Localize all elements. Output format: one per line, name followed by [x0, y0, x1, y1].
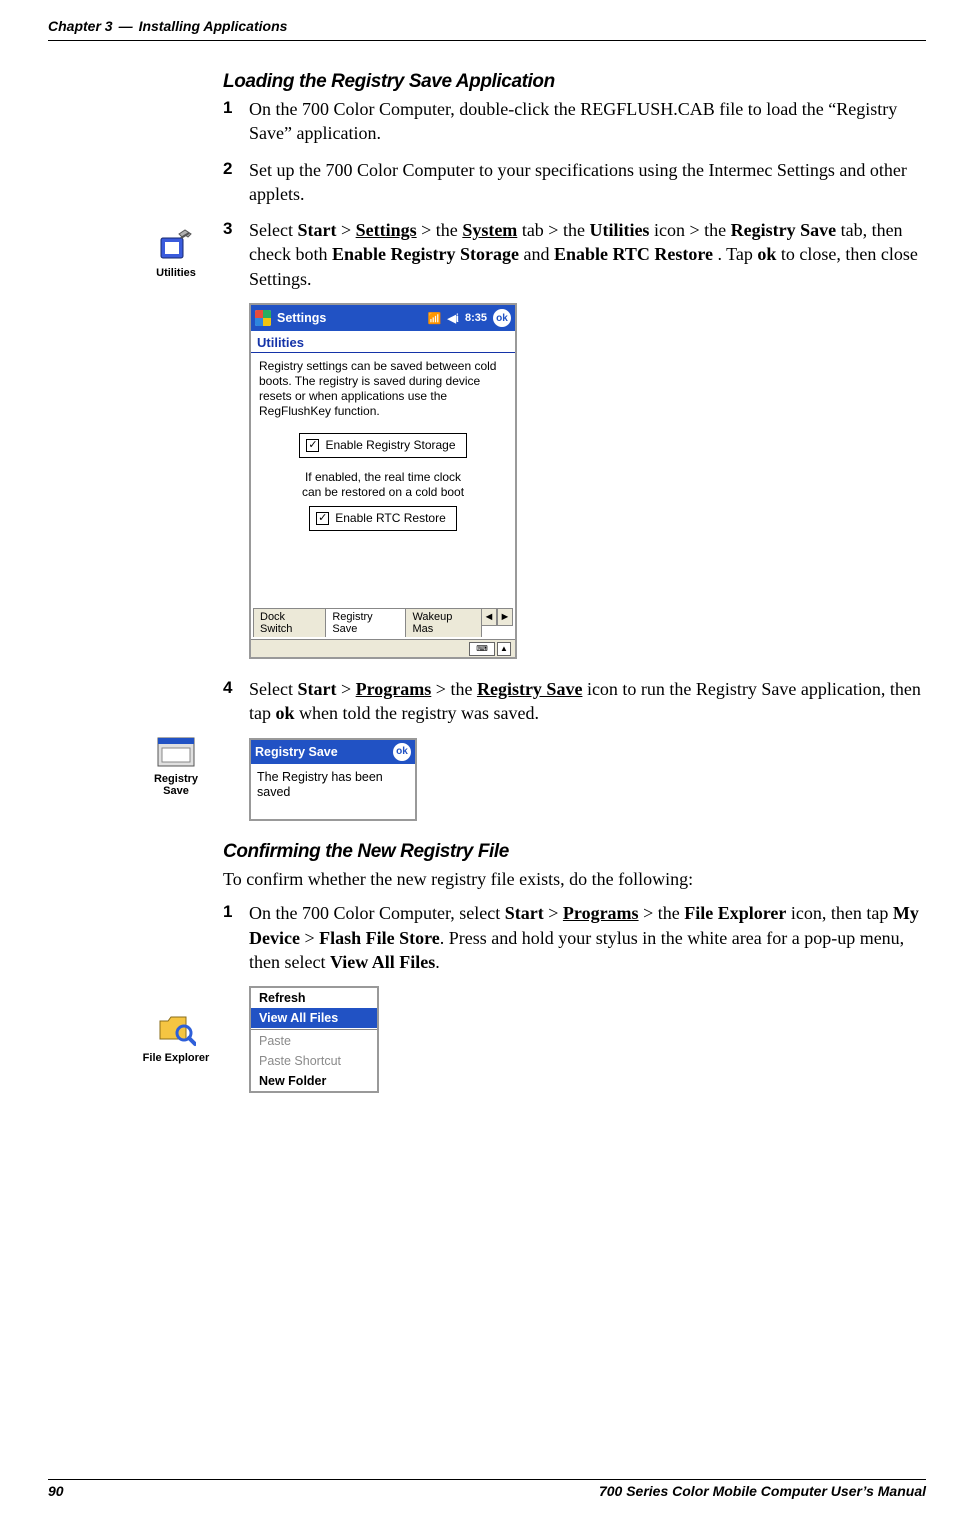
- step-body: On the 700 Color Computer, select Start …: [249, 901, 926, 974]
- page-footer: 90 700 Series Color Mobile Computer User…: [48, 1479, 926, 1499]
- checkbox-icon: ✓: [306, 439, 319, 452]
- checkbox-enable-rtc-restore[interactable]: ✓ Enable RTC Restore: [309, 506, 457, 531]
- registry-save-icon: [140, 736, 212, 771]
- book-title: 700 Series Color Mobile Computer User’s …: [599, 1483, 926, 1499]
- settings-subhead: Utilities: [251, 331, 515, 353]
- menu-separator: [251, 1029, 377, 1030]
- file-explorer-icon: [128, 1011, 224, 1050]
- checkbox-icon: ✓: [316, 512, 329, 525]
- settings-bottom-bar: ⌨ ▲: [251, 639, 515, 657]
- registry-save-dialog: Registry Save ok The Registry has been s…: [249, 738, 417, 821]
- menu-item-paste-shortcut[interactable]: Paste Shortcut: [251, 1051, 377, 1071]
- margin-icon-utilities: Utilities: [140, 228, 212, 279]
- menu-item-paste[interactable]: Paste: [251, 1031, 377, 1051]
- settings-tabs: Dock Switch Registry Save Wakeup Mas ◄ ►: [253, 608, 513, 637]
- settings-titlebar: Settings 📶 ◀ἱ 8:35 ok: [251, 305, 515, 331]
- ok-button[interactable]: ok: [493, 309, 511, 327]
- confirm-step-1: 1 On the 700 Color Computer, select Star…: [223, 901, 926, 974]
- utilities-icon: [140, 228, 212, 265]
- margin-icon-registry-save: Registry Save: [140, 736, 212, 797]
- section-title-confirming: Confirming the New Registry File: [223, 841, 926, 863]
- sip-up-icon[interactable]: ▲: [497, 642, 511, 656]
- step-body: Select Start > Programs > the Registry S…: [249, 677, 926, 726]
- speaker-icon: ◀ἱ: [447, 312, 459, 325]
- margin-icon-label: Utilities: [140, 267, 212, 279]
- settings-screenshot: Settings 📶 ◀ἱ 8:35 ok Utilities Registry…: [249, 303, 517, 659]
- tab-scroll-left[interactable]: ◄: [481, 608, 497, 626]
- chapter-title: Installing Applications: [139, 18, 288, 34]
- step-body: Set up the 700 Color Computer to your sp…: [249, 158, 926, 207]
- margin-icon-label: Registry Save: [140, 773, 212, 797]
- checkbox-enable-registry-storage[interactable]: ✓ Enable Registry Storage: [299, 433, 466, 458]
- clock-text: 8:35: [465, 312, 487, 324]
- ok-button[interactable]: ok: [393, 743, 411, 761]
- step-3: 3 Select Start > Settings > the System t…: [223, 218, 926, 291]
- step-number: 3: [223, 218, 237, 291]
- step-body: On the 700 Color Computer, double-click …: [249, 97, 926, 146]
- rtc-note: If enabled, the real time clock can be r…: [259, 470, 507, 500]
- step-number: 1: [223, 97, 237, 146]
- menu-item-new-folder[interactable]: New Folder: [251, 1071, 377, 1091]
- chapter-label: Chapter 3: [48, 18, 113, 34]
- settings-description: Registry settings can be saved between c…: [259, 359, 507, 419]
- step-4: 4 Select Start > Programs > the Registry…: [223, 677, 926, 726]
- step-body: Select Start > Settings > the System tab…: [249, 218, 926, 291]
- tab-scroll-right[interactable]: ►: [497, 608, 513, 626]
- step-number: 4: [223, 677, 237, 726]
- regsave-body: The Registry has been saved: [251, 764, 415, 819]
- page-number: 90: [48, 1483, 64, 1499]
- section-intro: To confirm whether the new registry file…: [223, 867, 926, 891]
- regsave-titlebar: Registry Save ok: [251, 740, 415, 764]
- step-number: 1: [223, 901, 237, 974]
- keyboard-icon[interactable]: ⌨: [469, 642, 495, 656]
- tab-dock-switch[interactable]: Dock Switch: [253, 608, 326, 637]
- margin-icon-label: File Explorer: [128, 1052, 224, 1064]
- tab-wakeup[interactable]: Wakeup Mas: [405, 608, 482, 637]
- context-menu: Refresh View All Files Paste Paste Short…: [249, 986, 379, 1093]
- start-flag-icon[interactable]: [255, 310, 271, 326]
- step-2: 2 Set up the 700 Color Computer to your …: [223, 158, 926, 207]
- menu-item-refresh[interactable]: Refresh: [251, 988, 377, 1008]
- settings-title-text: Settings: [277, 311, 326, 325]
- tab-registry-save[interactable]: Registry Save: [325, 608, 406, 637]
- menu-item-view-all-files[interactable]: View All Files: [251, 1008, 377, 1028]
- section-title-loading: Loading the Registry Save Application: [223, 71, 926, 93]
- signal-icon: 📶: [428, 312, 442, 325]
- margin-icon-file-explorer: File Explorer: [128, 1011, 224, 1064]
- step-number: 2: [223, 158, 237, 207]
- page-header: Chapter 3 — Installing Applications: [0, 0, 974, 34]
- step-1: 1 On the 700 Color Computer, double-clic…: [223, 97, 926, 146]
- header-sep: —: [119, 18, 133, 34]
